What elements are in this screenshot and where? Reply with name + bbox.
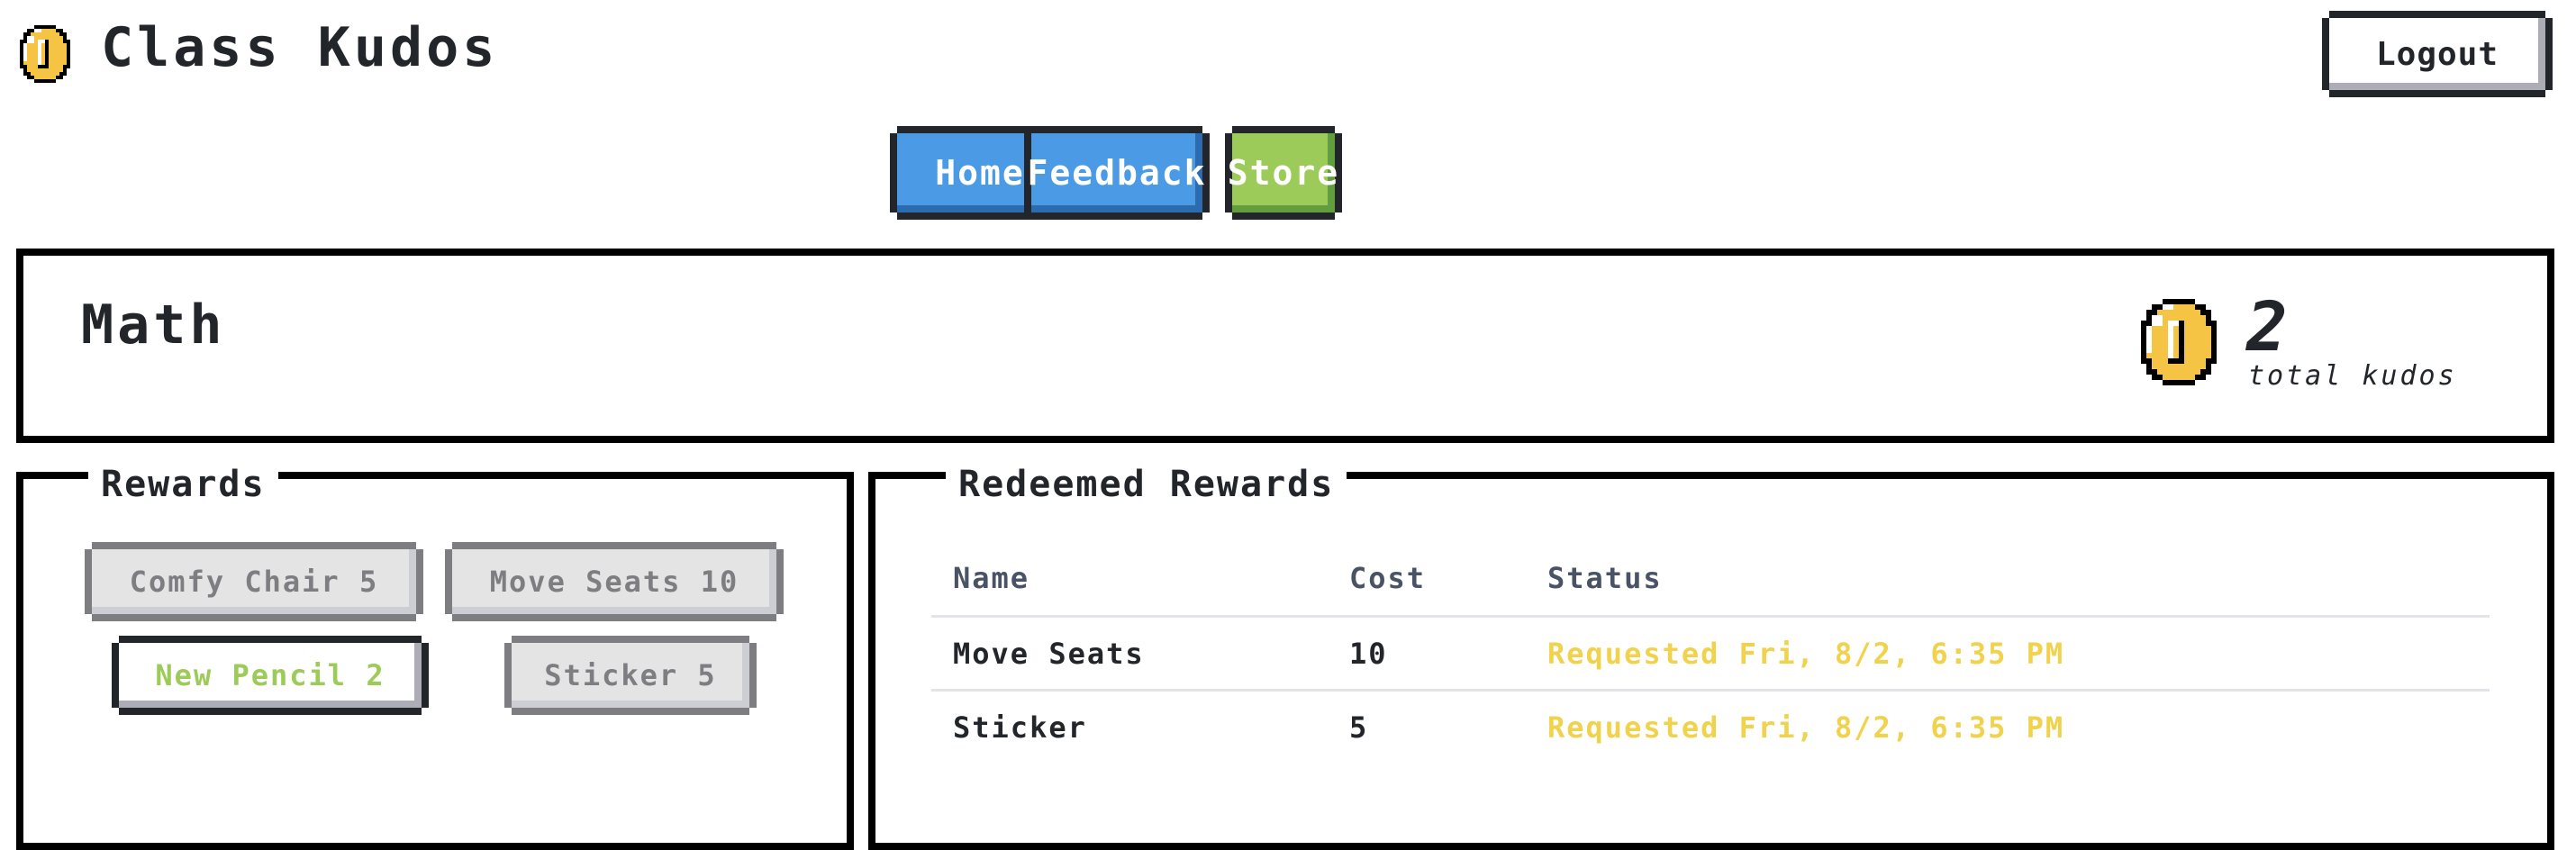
button-border bbox=[2329, 11, 2545, 18]
row-cost: 10 bbox=[1349, 637, 1388, 671]
button-border bbox=[749, 643, 757, 708]
row-status: Requested Fri, 8/2, 6:35 PM bbox=[1547, 637, 2065, 671]
button-shade bbox=[119, 701, 422, 708]
button-border bbox=[1031, 126, 1202, 133]
button-border bbox=[2329, 90, 2545, 97]
button-border bbox=[119, 636, 422, 643]
button-shade bbox=[1031, 205, 1202, 212]
kudos-total: 2 bbox=[2246, 286, 2288, 366]
row-status: Requested Fri, 8/2, 6:35 PM bbox=[1547, 710, 2065, 745]
button-border bbox=[1232, 212, 1335, 220]
button-border bbox=[92, 542, 416, 549]
button-border bbox=[422, 643, 429, 708]
table-header-row: Name Cost Status bbox=[931, 549, 2490, 615]
row-cost: 5 bbox=[1349, 710, 1369, 745]
button-shade bbox=[769, 549, 776, 614]
reward-label: Sticker 5 bbox=[544, 658, 717, 692]
button-border bbox=[1232, 126, 1335, 133]
logout-button[interactable]: Logout bbox=[2322, 11, 2553, 97]
reward-label: New Pencil 2 bbox=[155, 658, 385, 692]
logout-label: Logout bbox=[2375, 35, 2499, 73]
button-shade bbox=[1232, 205, 1335, 212]
button-shade bbox=[409, 549, 416, 614]
nav-home-label: Home bbox=[935, 153, 1025, 193]
button-shade bbox=[2538, 18, 2545, 90]
reward-button-comfy-chair[interactable]: Comfy Chair 5 bbox=[85, 542, 423, 621]
reward-button-new-pencil[interactable]: New Pencil 2 bbox=[112, 636, 429, 715]
button-shade bbox=[512, 701, 749, 708]
column-header-cost: Cost bbox=[1349, 561, 1427, 595]
redeemed-rewards-table: Name Cost Status Move Seats 10 Requested… bbox=[931, 549, 2490, 763]
button-border bbox=[452, 614, 776, 621]
app-title: Class Kudos bbox=[101, 16, 499, 79]
coin-icon bbox=[20, 25, 70, 83]
button-border bbox=[85, 549, 92, 614]
reward-button-move-seats[interactable]: Move Seats 10 bbox=[445, 542, 784, 621]
button-border bbox=[504, 643, 512, 708]
button-border bbox=[2545, 18, 2553, 90]
class-name: Math bbox=[81, 294, 226, 357]
reward-label: Move Seats 10 bbox=[489, 565, 739, 599]
button-border bbox=[416, 549, 423, 614]
rewards-title: Rewards bbox=[88, 465, 278, 504]
redeemed-rewards-title: Redeemed Rewards bbox=[946, 465, 1347, 504]
column-header-name: Name bbox=[953, 561, 1030, 595]
kudos-label: total kudos bbox=[2248, 360, 2457, 392]
nav-feedback-button[interactable]: Feedback bbox=[1024, 126, 1210, 220]
nav-feedback-label: Feedback bbox=[1027, 153, 1207, 193]
button-border bbox=[890, 133, 897, 212]
button-border bbox=[92, 614, 416, 621]
button-border bbox=[452, 542, 776, 549]
button-border bbox=[1031, 212, 1202, 220]
button-border bbox=[119, 708, 422, 715]
button-shade bbox=[414, 643, 422, 708]
coin-icon bbox=[2140, 299, 2218, 385]
button-border bbox=[112, 643, 119, 708]
button-shade bbox=[742, 643, 749, 708]
column-header-status: Status bbox=[1547, 561, 1663, 595]
reward-button-sticker[interactable]: Sticker 5 bbox=[504, 636, 757, 715]
nav-store-label: Store bbox=[1227, 153, 1340, 193]
table-row: Sticker 5 Requested Fri, 8/2, 6:35 PM bbox=[931, 689, 2490, 763]
button-shade bbox=[452, 607, 776, 614]
table-row: Move Seats 10 Requested Fri, 8/2, 6:35 P… bbox=[931, 615, 2490, 689]
row-name: Sticker bbox=[953, 710, 1087, 745]
nav-store-button[interactable]: Store bbox=[1225, 126, 1342, 220]
button-shade bbox=[2329, 83, 2545, 90]
reward-label: Comfy Chair 5 bbox=[129, 565, 379, 599]
row-name: Move Seats bbox=[953, 637, 1145, 671]
button-border bbox=[2322, 18, 2329, 90]
button-shade bbox=[92, 607, 416, 614]
button-border bbox=[512, 708, 749, 715]
button-border bbox=[445, 549, 452, 614]
button-border bbox=[776, 549, 784, 614]
button-border bbox=[512, 636, 749, 643]
